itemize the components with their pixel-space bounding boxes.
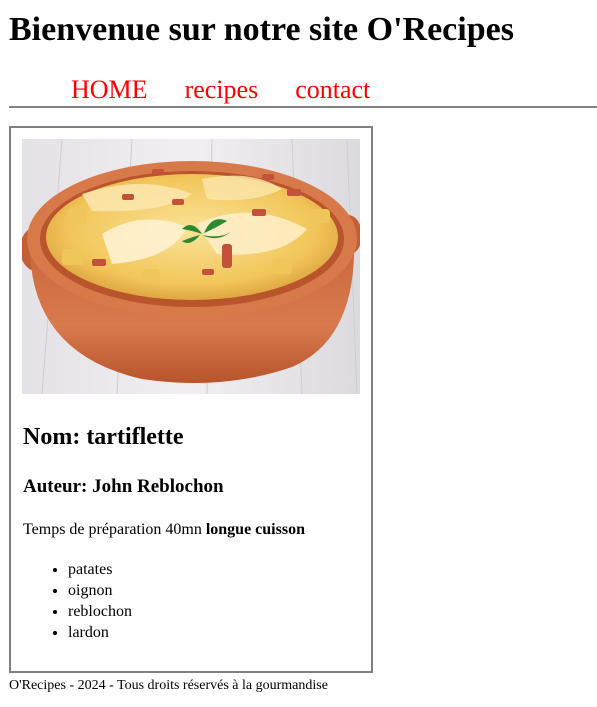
- nav-link-contact[interactable]: contact: [295, 75, 370, 104]
- main-nav: HOME recipes contact: [9, 74, 597, 108]
- recipe-name: Nom: tartiflette: [23, 424, 184, 450]
- nav-item-home: HOME: [71, 74, 148, 106]
- tartiflette-dish-illustration: [22, 139, 360, 394]
- nav-list: HOME recipes contact: [9, 74, 597, 106]
- preparation-time: Temps de préparation 40mn: [23, 521, 202, 538]
- nav-item-contact: contact: [295, 74, 370, 106]
- nav-link-recipes[interactable]: recipes: [185, 75, 259, 104]
- page: Bienvenue sur notre site O'Recipes HOME …: [0, 0, 597, 707]
- recipe-author: Auteur: John Reblochon: [23, 476, 224, 497]
- recipe-card: Nom: tartiflette Auteur: John Reblochon …: [9, 126, 373, 673]
- ingredient-item: lardon: [68, 622, 132, 643]
- site-footer: O'Recipes - 2024 - Tous droits réservés …: [9, 678, 328, 693]
- nav-link-home[interactable]: HOME: [71, 75, 148, 104]
- ingredient-item: reblochon: [68, 601, 132, 622]
- nav-item-recipes: recipes: [185, 74, 259, 106]
- site-title: Bienvenue sur notre site O'Recipes: [9, 11, 514, 48]
- ingredient-item: oignon: [68, 580, 132, 601]
- recipe-image: [22, 139, 360, 394]
- ingredients-list: patates oignon reblochon lardon: [23, 559, 132, 643]
- ingredient-item: patates: [68, 559, 132, 580]
- recipe-meta: Temps de préparation 40mn longue cuisson: [23, 520, 305, 540]
- difficulty-label: longue cuisson: [205, 521, 305, 538]
